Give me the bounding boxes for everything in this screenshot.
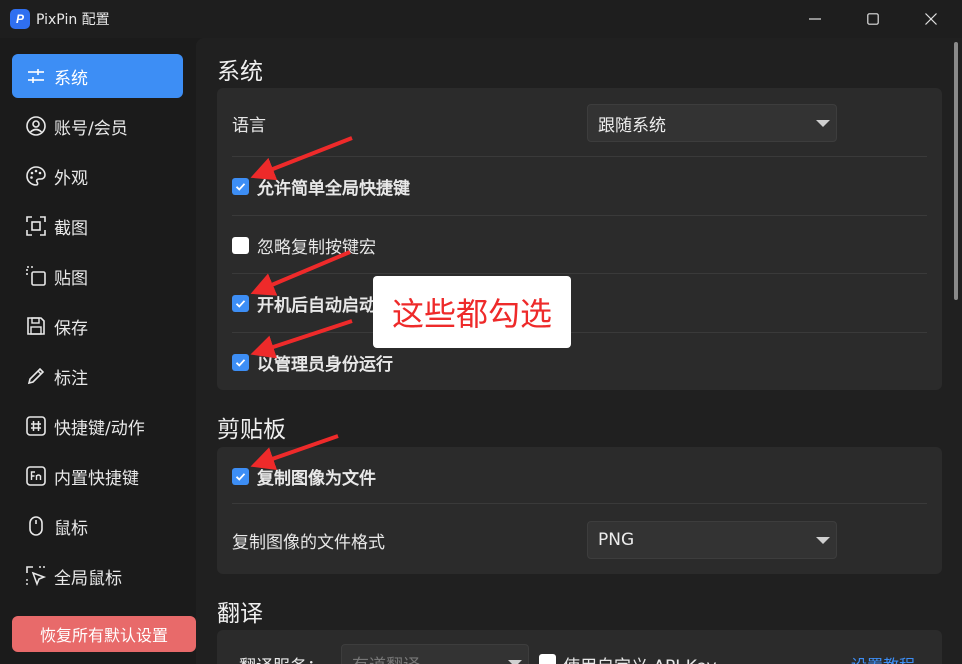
sidebar-item-mouse[interactable]: 鼠标 [12,504,183,548]
run-as-admin-row[interactable]: 以管理员身份运行 [217,333,942,391]
autostart-label: 开机后自动启动 [257,295,376,316]
clipboard-card: 复制图像为文件 复制图像的文件格式 PNG [217,447,942,574]
section-title-translate: 翻译 [217,601,263,627]
allow-hotkey-row[interactable]: 允许简单全局快捷键 [217,157,942,215]
allow-hotkey-label: 允许简单全局快捷键 [257,178,410,199]
sidebar-item-hotkeys[interactable]: 快捷键/动作 [12,404,183,448]
close-icon [925,13,937,25]
maximize-icon [867,13,879,25]
sidebar-item-appearance[interactable]: 外观 [12,154,183,198]
settings-panel: 系统 语言 跟随系统 允许简单全局快捷键 忽略复制按键宏 开机后自动启动 以管理… [196,38,962,664]
check-icon [235,182,246,191]
sidebar-item-label: 贴图 [54,268,88,289]
sliders-icon [24,64,48,88]
window-title: PixPin 配置 [36,12,110,28]
translate-service-label: 翻译服务： [239,652,324,664]
system-card: 语言 跟随系统 允许简单全局快捷键 忽略复制按键宏 开机后自动启动 以管理员身份… [217,88,942,390]
custom-api-key-checkbox[interactable] [539,654,556,664]
minimize-icon [809,18,821,20]
pixpin-logo-icon: P [10,9,30,29]
sidebar: 系统 账号/会员 外观 截图 贴图 保存 标注 快捷键/动作 内置快捷键 鼠标 … [0,38,196,664]
chevron-down-icon [816,537,830,544]
reset-defaults-button[interactable]: 恢复所有默认设置 [12,616,196,652]
screenshot-icon [24,214,48,238]
sidebar-item-label: 鼠标 [54,518,88,539]
chevron-down-icon [508,660,522,664]
sidebar-item-pin[interactable]: 贴图 [12,254,183,298]
autostart-checkbox[interactable] [232,294,249,312]
image-format-select[interactable]: PNG [587,521,837,559]
sidebar-item-screenshot[interactable]: 截图 [12,204,183,248]
ignore-macro-checkbox[interactable] [232,236,249,254]
sidebar-item-label: 外观 [54,168,88,189]
allow-hotkey-checkbox[interactable] [232,177,249,195]
translate-service-select-value: 有道翻译 [352,651,420,664]
translate-service-select[interactable]: 有道翻译 [341,644,529,664]
sidebar-item-label: 快捷键/动作 [54,418,145,439]
ignore-macro-row[interactable]: 忽略复制按键宏 [217,216,942,274]
fn-key-icon [24,464,48,488]
sidebar-item-label: 标注 [54,368,88,389]
title-bar: P PixPin 配置 [0,0,962,38]
copy-as-file-label: 复制图像为文件 [257,468,376,489]
user-circle-icon [24,114,48,138]
palette-icon [24,164,48,188]
copy-as-file-row[interactable]: 复制图像为文件 [217,447,942,505]
ignore-macro-label: 忽略复制按键宏 [257,237,376,258]
language-select-value: 跟随系统 [598,115,666,136]
pencil-icon [24,364,48,388]
section-title-system: 系统 [217,59,263,85]
sidebar-item-label: 系统 [54,68,88,89]
sidebar-item-label: 截图 [54,218,88,239]
mouse-icon [24,514,48,538]
divider [232,503,927,504]
section-title-clipboard: 剪贴板 [217,417,286,443]
sidebar-item-account[interactable]: 账号/会员 [12,104,183,148]
check-icon [235,472,246,481]
sidebar-item-builtin-hotkeys[interactable]: 内置快捷键 [12,454,183,498]
sidebar-item-annotate[interactable]: 标注 [12,354,183,398]
image-format-label: 复制图像的文件格式 [232,532,385,553]
save-icon [24,314,48,338]
cursor-select-icon [24,564,48,588]
sidebar-item-global-mouse[interactable]: 全局鼠标 [12,554,183,598]
hash-icon [24,414,48,438]
sidebar-item-system[interactable]: 系统 [12,54,183,98]
language-label: 语言 [232,115,266,136]
sidebar-item-save[interactable]: 保存 [12,304,183,348]
check-icon [235,299,246,308]
copy-as-file-checkbox[interactable] [232,467,249,485]
sidebar-item-label: 账号/会员 [54,118,128,139]
custom-api-key-label: 使用自定义 API Key [563,652,717,664]
language-select[interactable]: 跟随系统 [587,104,837,142]
check-icon [235,358,246,367]
run-as-admin-label: 以管理员身份运行 [257,354,393,375]
scrollbar[interactable] [954,42,958,300]
pin-image-icon [24,264,48,288]
sidebar-item-label: 全局鼠标 [54,568,122,589]
image-format-select-value: PNG [598,530,635,550]
chevron-down-icon [816,120,830,127]
annotation-callout: 这些都勾选 [373,276,571,348]
maximize-button[interactable] [844,0,902,38]
run-as-admin-checkbox[interactable] [232,353,249,371]
autostart-row[interactable]: 开机后自动启动 [217,274,942,332]
setup-tutorial-link[interactable]: 设置教程 [851,652,915,664]
minimize-button[interactable] [786,0,844,38]
translate-card: 翻译服务： 有道翻译 使用自定义 API Key 设置教程 [217,630,942,664]
close-button[interactable] [902,0,960,38]
sidebar-item-label: 内置快捷键 [54,468,139,489]
sidebar-item-label: 保存 [54,318,88,339]
